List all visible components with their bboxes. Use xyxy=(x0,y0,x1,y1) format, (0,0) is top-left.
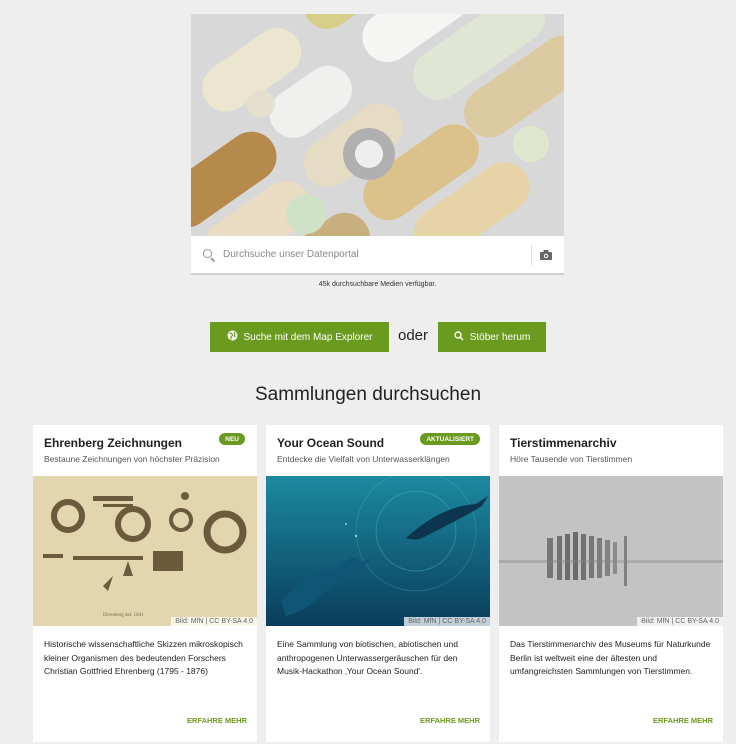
card-description: Historische wissenschaftliche Skizzen mi… xyxy=(44,639,243,676)
card-description: Das Tierstimmenarchiv des Museums für Na… xyxy=(510,639,711,676)
globe-icon xyxy=(227,330,238,344)
learn-more-link[interactable]: ERFAHRE MEHR xyxy=(187,716,247,725)
image-credit: Bild: MfN | CC BY-SA 4.0 xyxy=(637,617,723,626)
image-credit: Bild: MfN | CC BY-SA 4.0 xyxy=(171,617,257,626)
hero-collage-image xyxy=(191,14,564,236)
updated-badge: AKTUALISIERT xyxy=(420,433,480,445)
camera-icon[interactable] xyxy=(532,241,560,269)
learn-more-link[interactable]: ERFAHRE MEHR xyxy=(420,716,480,725)
card-image: Bild: MfN | CC BY-SA 4.0 xyxy=(499,476,723,626)
learn-more-link[interactable]: ERFAHRE MEHR xyxy=(653,716,713,725)
search-bar xyxy=(191,236,564,275)
new-badge: NEU xyxy=(219,433,245,445)
card-image: Ehrenberg del. 1841 Bild: MfN | CC BY-SA… xyxy=(33,476,257,626)
card-title: Your Ocean Sound xyxy=(277,436,385,450)
card-description: Eine Sammlung von biotischen, abiotische… xyxy=(277,639,458,676)
collection-card-ehrenberg[interactable]: Ehrenberg Zeichnungen NEU Bestaune Zeich… xyxy=(33,425,257,742)
search-icon xyxy=(203,248,215,261)
hero-search-panel xyxy=(191,14,564,275)
browse-label: Stöber herum xyxy=(469,331,531,343)
collection-card-tierstimmen[interactable]: Tierstimmenarchiv Höre Tausende von Tier… xyxy=(499,425,723,742)
card-title: Ehrenberg Zeichnungen xyxy=(44,436,183,450)
map-explorer-button[interactable]: Suche mit dem Map Explorer xyxy=(210,322,389,352)
svg-text:Ehrenberg del. 1841: Ehrenberg del. 1841 xyxy=(103,613,144,618)
or-text: oder xyxy=(398,327,429,344)
collection-card-ocean-sound[interactable]: Your Ocean Sound AKTUALISIERT Entdecke d… xyxy=(266,425,490,742)
media-count-text: 45k durchsuchbare Medien verfügbar. xyxy=(318,281,437,288)
card-subtitle: Höre Tausende von Tierstimmen xyxy=(510,454,633,464)
card-subtitle: Entdecke die Vielfalt von Unterwasserklä… xyxy=(277,454,450,464)
search-input[interactable] xyxy=(223,249,523,260)
card-subtitle: Bestaune Zeichnungen von höchster Präzis… xyxy=(44,454,220,464)
card-title: Tierstimmenarchiv xyxy=(510,436,617,450)
card-image: Bild: MfN | CC BY-SA 4.0 xyxy=(266,476,490,626)
search-icon xyxy=(454,330,464,344)
browse-button[interactable]: Stöber herum xyxy=(438,322,546,352)
image-credit: Bild: MfN | CC BY-SA 4.0 xyxy=(404,617,490,626)
section-title: Sammlungen durchsuchen xyxy=(254,384,482,405)
map-explorer-label: Suche mit dem Map Explorer xyxy=(243,331,373,343)
